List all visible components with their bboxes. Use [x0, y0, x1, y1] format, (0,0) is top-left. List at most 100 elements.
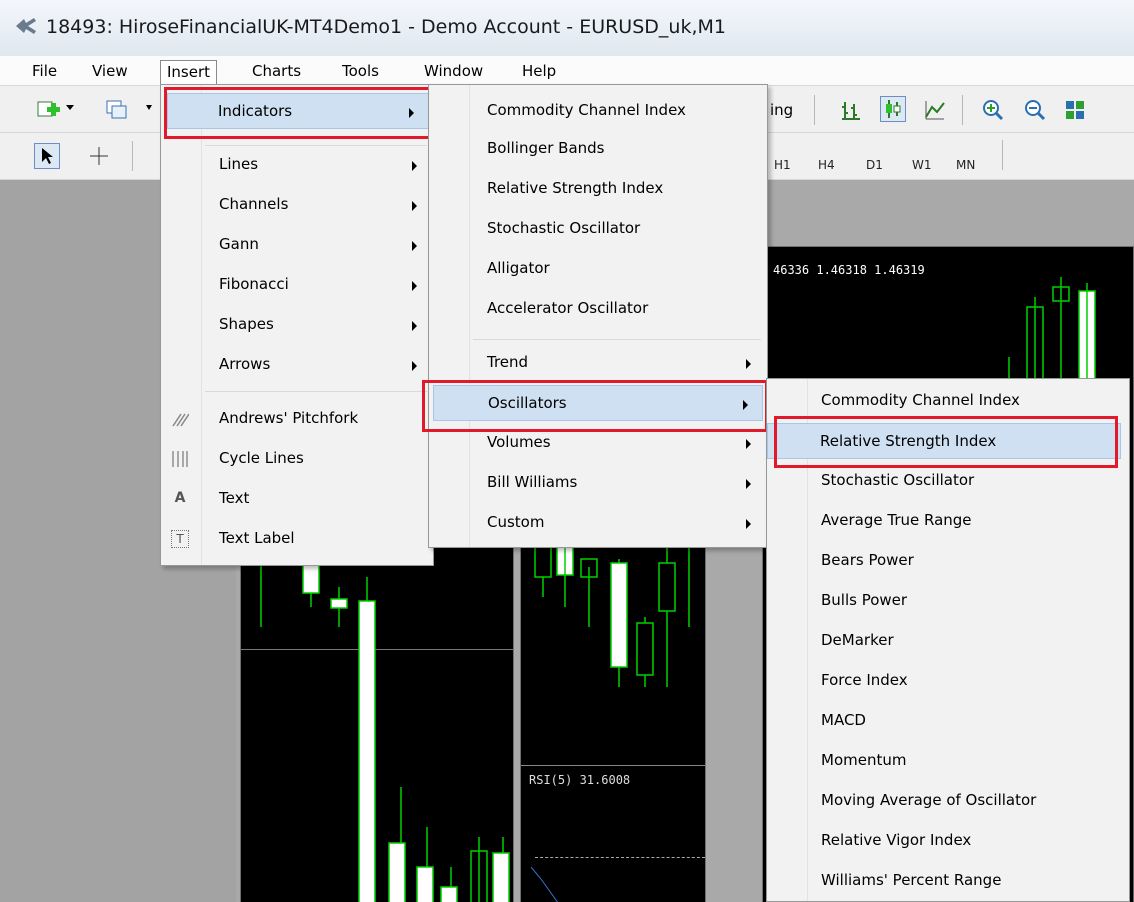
menu-item-oscillators[interactable]: Oscillators: [433, 385, 763, 421]
menu-item-label: Relative Strength Index: [820, 432, 997, 450]
menu-item-channels[interactable]: Channels: [163, 187, 431, 223]
text-icon: A: [174, 490, 186, 506]
menu-item-label: Text Label: [219, 529, 295, 547]
timeframe-w1[interactable]: W1: [912, 158, 932, 172]
menu-item-text-label[interactable]: T Text Label: [163, 521, 431, 557]
crosshair-icon[interactable]: [86, 143, 112, 169]
menu-item-text[interactable]: A Text: [163, 481, 431, 517]
toolbar-separator: [132, 141, 133, 171]
menu-insert[interactable]: Insert: [160, 60, 218, 87]
new-chart-icon[interactable]: [36, 97, 62, 123]
submenu-arrow-icon: [412, 281, 417, 291]
menu-item-moving-average-of-oscillator[interactable]: Moving Average of Oscillator: [769, 783, 1127, 819]
menu-item-shapes[interactable]: Shapes: [163, 307, 431, 343]
menu-separator: [473, 339, 761, 340]
rsi-level-line: [535, 857, 705, 858]
timeframe-mn[interactable]: MN: [956, 158, 975, 172]
menu-help[interactable]: Help: [516, 60, 562, 84]
rsi-line: [530, 867, 559, 902]
menu-item-volumes[interactable]: Volumes: [431, 425, 765, 461]
menu-item-bill-williams[interactable]: Bill Williams: [431, 465, 765, 501]
menu-item-cycle-lines[interactable]: Cycle Lines: [163, 441, 431, 477]
menu-item-williams-percent-range[interactable]: Williams' Percent Range: [769, 863, 1127, 899]
title-bar: 18493: HiroseFinancialUK-MT4Demo1 - Demo…: [0, 0, 1134, 56]
menu-view[interactable]: View: [86, 60, 134, 84]
zoom-in-icon[interactable]: [980, 97, 1006, 123]
submenu-arrow-icon: [746, 519, 751, 529]
insert-menu: Indicators Lines Channels Gann Fibonacci…: [160, 84, 434, 566]
timeframe-d1[interactable]: D1: [866, 158, 883, 172]
menu-item-label: Bears Power: [821, 551, 914, 569]
menu-item-label: Momentum: [821, 751, 907, 769]
menu-item-accelerator-oscillator[interactable]: Accelerator Oscillator: [431, 291, 765, 327]
menu-tools[interactable]: Tools: [336, 60, 385, 84]
menu-item-label: Relative Vigor Index: [821, 831, 972, 849]
menu-item-stochastic-oscillator[interactable]: Stochastic Oscillator: [769, 463, 1127, 499]
menu-item-label: Accelerator Oscillator: [487, 299, 649, 317]
menu-item-label: Text: [219, 489, 250, 507]
menu-item-trend[interactable]: Trend: [431, 345, 765, 381]
menu-charts[interactable]: Charts: [246, 60, 307, 84]
menu-item-custom[interactable]: Custom: [431, 505, 765, 541]
menu-item-label: Commodity Channel Index: [821, 391, 1020, 409]
menu-item-commodity-channel-index[interactable]: Commodity Channel Index: [769, 383, 1127, 419]
menu-item-label: Indicators: [218, 102, 293, 120]
menu-bar: File View Insert Charts Tools Window Hel…: [0, 56, 1134, 87]
menu-item-bears-power[interactable]: Bears Power: [769, 543, 1127, 579]
menu-item-average-true-range[interactable]: Average True Range: [769, 503, 1127, 539]
toolbar-partial-label[interactable]: ing: [770, 101, 793, 119]
menu-item-gann[interactable]: Gann: [163, 227, 431, 263]
menu-item-commodity-channel-index[interactable]: Commodity Channel Index: [431, 93, 765, 129]
menu-item-bulls-power[interactable]: Bulls Power: [769, 583, 1127, 619]
menu-item-label: MACD: [821, 711, 866, 729]
indicators-submenu: Commodity Channel Index Bollinger Bands …: [428, 84, 768, 548]
menu-item-label: Bill Williams: [487, 473, 578, 491]
menu-item-arrows[interactable]: Arrows: [163, 347, 431, 383]
menu-item-momentum[interactable]: Momentum: [769, 743, 1127, 779]
submenu-arrow-icon: [409, 108, 414, 118]
menu-item-stochastic-oscillator[interactable]: Stochastic Oscillator: [431, 211, 765, 247]
cycle-lines-icon: [172, 451, 188, 467]
rsi-readout: RSI(5) 31.6008: [529, 773, 631, 787]
menu-item-bollinger-bands[interactable]: Bollinger Bands: [431, 131, 765, 167]
menu-item-lines[interactable]: Lines: [163, 147, 431, 183]
submenu-arrow-icon: [412, 241, 417, 251]
menu-item-label: Oscillators: [488, 394, 567, 412]
submenu-arrow-icon: [412, 161, 417, 171]
line-chart-icon[interactable]: [922, 97, 948, 123]
menu-item-fibonacci[interactable]: Fibonacci: [163, 267, 431, 303]
menu-item-andrews-pitchfork[interactable]: Andrews' Pitchfork: [163, 401, 431, 437]
menu-item-relative-strength-index[interactable]: Relative Strength Index: [431, 171, 765, 207]
new-chart-dropdown-icon[interactable]: [66, 105, 74, 110]
menu-item-demarker[interactable]: DeMarker: [769, 623, 1127, 659]
menu-item-indicators[interactable]: Indicators: [167, 93, 429, 129]
bar-chart-icon[interactable]: [838, 97, 864, 123]
menu-item-label: Stochastic Oscillator: [487, 219, 641, 237]
profiles-dropdown-icon[interactable]: [146, 105, 152, 110]
profiles-icon[interactable]: [104, 97, 130, 123]
menu-window[interactable]: Window: [418, 60, 489, 84]
zoom-out-icon[interactable]: [1022, 97, 1048, 123]
timeframe-h1[interactable]: H1: [774, 158, 791, 172]
menu-item-alligator[interactable]: Alligator: [431, 251, 765, 287]
menu-item-label: Cycle Lines: [219, 449, 304, 467]
cursor-icon[interactable]: [34, 143, 60, 169]
menu-item-relative-strength-index[interactable]: Relative Strength Index: [767, 423, 1121, 459]
menu-item-label: Arrows: [219, 355, 271, 373]
menu-file[interactable]: File: [26, 60, 63, 84]
menu-item-label: Stochastic Oscillator: [821, 471, 975, 489]
submenu-arrow-icon: [412, 201, 417, 211]
menu-item-label: DeMarker: [821, 631, 894, 649]
menu-item-label: Fibonacci: [219, 275, 289, 293]
candlestick-chart-icon[interactable]: [880, 96, 906, 122]
text-label-icon: T: [171, 530, 189, 548]
menu-item-force-index[interactable]: Force Index: [769, 663, 1127, 699]
menu-item-label: Gann: [219, 235, 259, 253]
menu-item-label: Average True Range: [821, 511, 972, 529]
tile-windows-icon[interactable]: [1062, 97, 1088, 123]
menu-item-macd[interactable]: MACD: [769, 703, 1127, 739]
menu-item-relative-vigor-index[interactable]: Relative Vigor Index: [769, 823, 1127, 859]
timeframe-h4[interactable]: H4: [818, 158, 835, 172]
menu-item-label: Alligator: [487, 259, 550, 277]
menu-separator: [205, 391, 427, 392]
